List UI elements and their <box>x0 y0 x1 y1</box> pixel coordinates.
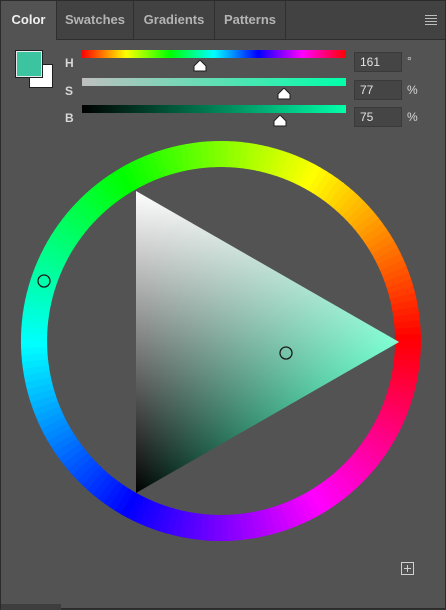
brightness-unit: % <box>407 110 418 124</box>
saturation-value-input[interactable] <box>354 80 402 100</box>
foreground-color-swatch[interactable] <box>15 50 43 78</box>
hue-value-input[interactable] <box>354 52 402 72</box>
hue-slider-track[interactable] <box>82 50 346 58</box>
add-swatch-icon[interactable] <box>401 562 414 575</box>
panel-bottom-edge <box>1 604 61 610</box>
tab-patterns[interactable]: Patterns <box>215 1 286 39</box>
color-panel: Color Swatches Gradients Patterns H ° S … <box>0 0 446 610</box>
saturation-label: S <box>65 84 74 98</box>
color-wheel[interactable] <box>1 131 446 551</box>
saturation-slider-track[interactable] <box>82 78 346 86</box>
saturation-unit: % <box>407 83 418 97</box>
brightness-slider-track[interactable] <box>82 105 346 113</box>
tab-gradients[interactable]: Gradients <box>134 1 215 39</box>
hue-slider-thumb[interactable] <box>193 60 207 72</box>
hue-unit: ° <box>407 54 412 68</box>
tab-bar: Color Swatches Gradients Patterns <box>1 1 445 40</box>
brightness-value-input[interactable] <box>354 107 402 127</box>
brightness-slider-thumb[interactable] <box>273 115 287 127</box>
hamburger-menu-icon[interactable] <box>425 15 437 25</box>
saturation-slider-thumb[interactable] <box>277 88 291 100</box>
hue-label: H <box>65 56 74 70</box>
tab-swatches[interactable]: Swatches <box>57 1 134 39</box>
tab-color[interactable]: Color <box>1 1 57 40</box>
brightness-label: B <box>65 111 74 125</box>
color-swatches <box>15 50 56 91</box>
